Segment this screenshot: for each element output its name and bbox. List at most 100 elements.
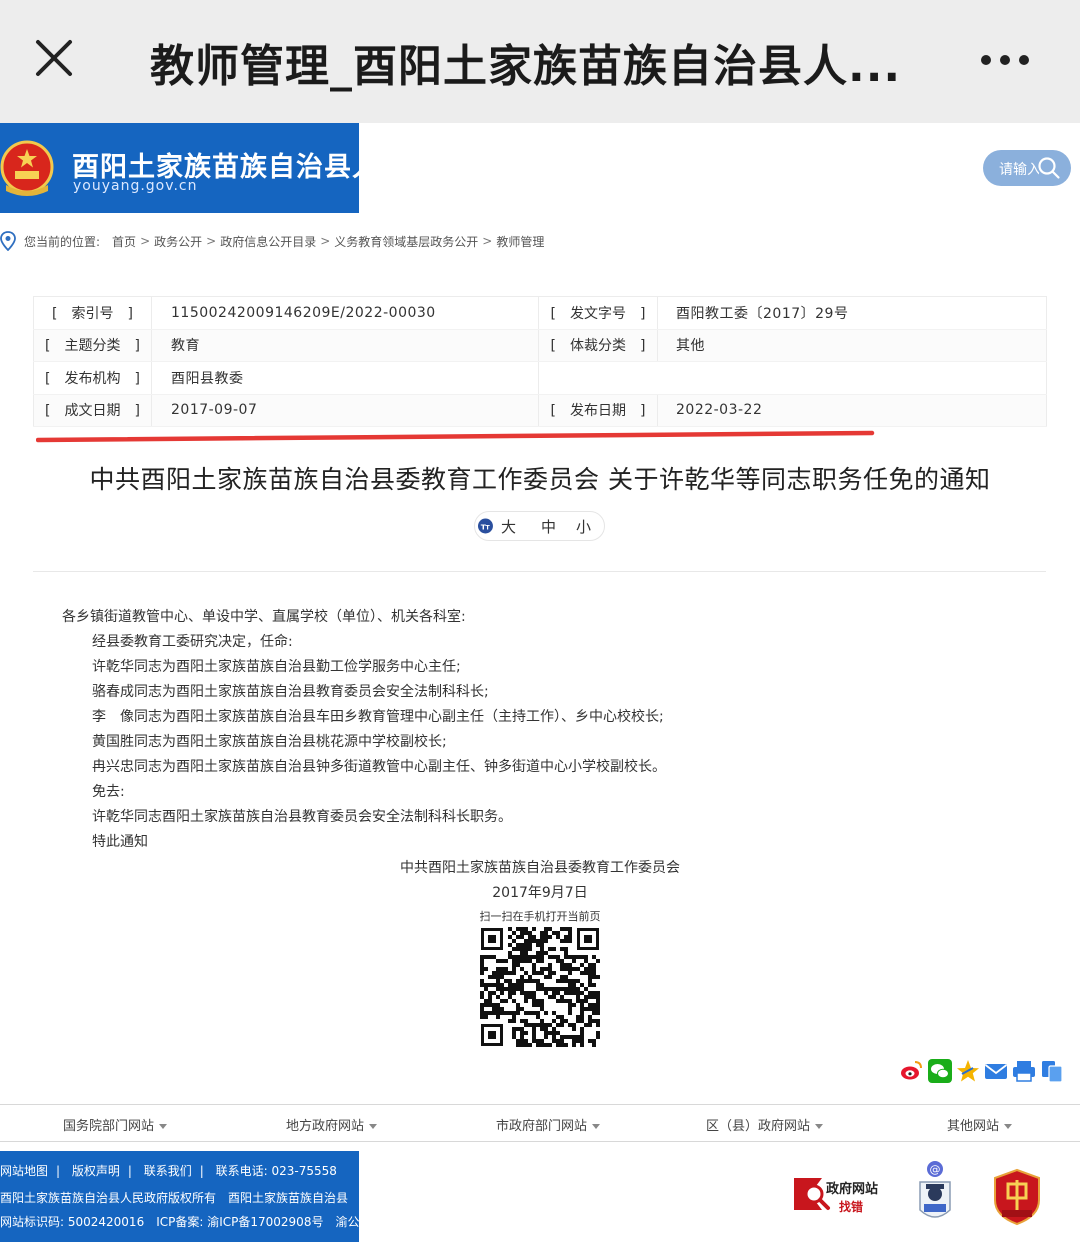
qr-module — [540, 1039, 544, 1043]
qr-module — [528, 995, 532, 999]
contact-link[interactable]: 联系我们 — [144, 1164, 192, 1178]
qr-module — [524, 1011, 528, 1015]
footer-nav-state-council[interactable]: 国务院部门网站 — [63, 1115, 167, 1134]
qr-module — [492, 971, 496, 975]
written-date-value: 2017-09-07 — [151, 394, 539, 427]
docno-value: 酉阳教工委〔2017〕29号 — [657, 296, 1047, 330]
footer-nav-district-gov[interactable]: 区（县）政府网站 — [706, 1115, 823, 1134]
weibo-icon[interactable] — [900, 1059, 924, 1083]
gov-site-error-report-badge[interactable]: 政府网站 找错 — [792, 1172, 884, 1216]
qr-module — [592, 1039, 596, 1043]
qr-module — [568, 931, 572, 935]
qr-module — [564, 1043, 568, 1047]
print-icon[interactable] — [1012, 1059, 1036, 1083]
qr-module — [488, 999, 492, 1003]
breadcrumb-home[interactable]: 首页 — [112, 233, 136, 250]
qr-module — [540, 947, 544, 951]
index-key: [ 索引号 ] — [33, 296, 152, 330]
party-gov-badge-icon[interactable] — [992, 1168, 1042, 1226]
qr-module — [520, 967, 524, 971]
qr-module — [564, 1035, 568, 1039]
genre-value: 其他 — [657, 329, 1047, 362]
qr-module — [532, 939, 536, 943]
qr-module — [532, 971, 536, 975]
font-medium-button[interactable]: 中 — [541, 516, 556, 537]
qr-module — [588, 963, 592, 967]
qr-module — [568, 1035, 572, 1039]
qr-module — [592, 995, 596, 999]
qr-module — [568, 1011, 572, 1015]
footer-nav-other[interactable]: 其他网站 — [947, 1115, 1012, 1134]
search-icon[interactable] — [1037, 156, 1061, 180]
qr-module — [580, 1003, 584, 1007]
footer-nav-local-gov[interactable]: 地方政府网站 — [286, 1115, 377, 1134]
qr-module — [572, 955, 576, 959]
qr-module — [512, 1035, 516, 1039]
qr-module — [520, 979, 524, 983]
email-icon[interactable] — [984, 1059, 1008, 1083]
qr-module — [568, 963, 572, 967]
qr-module — [564, 939, 568, 943]
qr-module — [556, 1015, 560, 1019]
font-large-button[interactable]: 大 — [501, 516, 516, 537]
qr-module — [520, 1007, 524, 1011]
qr-module — [544, 1011, 548, 1015]
qr-module — [524, 955, 528, 959]
qr-module — [496, 995, 500, 999]
search-placeholder[interactable]: 请输入 — [999, 159, 1039, 179]
sitemap-link[interactable]: 网站地图 — [0, 1164, 48, 1178]
qr-module — [560, 1039, 564, 1043]
qr-module — [496, 983, 500, 987]
qr-module — [596, 999, 600, 1003]
breadcrumb-separator: > — [140, 234, 151, 248]
qr-module — [496, 1011, 500, 1015]
more-icon[interactable] — [978, 48, 1038, 72]
qzone-icon[interactable] — [956, 1059, 980, 1083]
genre-key: [ 体裁分类 ] — [538, 329, 658, 362]
wechat-icon[interactable] — [928, 1059, 952, 1083]
qr-module — [520, 1035, 524, 1039]
qr-module — [520, 1043, 524, 1047]
qr-module — [496, 1003, 500, 1007]
qr-module — [544, 1023, 548, 1027]
site-banner[interactable]: 酉阳土家族苗族自治县人 youyang.gov.cn — [0, 123, 359, 213]
qr-module — [524, 1019, 528, 1023]
footer-nav-city-dept[interactable]: 市政府部门网站 — [496, 1115, 600, 1134]
font-small-button[interactable]: 小 — [576, 516, 591, 537]
qr-module — [536, 1023, 540, 1027]
body-line: 骆春成同志为酉阳土家族苗族自治县教育委员会安全法制科科长; — [92, 684, 489, 700]
qr-module — [496, 975, 500, 979]
qr-module — [576, 995, 580, 999]
qr-module — [548, 995, 552, 999]
qr-module — [596, 1035, 600, 1039]
qr-module — [508, 979, 512, 983]
qr-module — [584, 1023, 588, 1027]
breadcrumb-education[interactable]: 义务教育领域基层政务公开 — [334, 233, 478, 250]
qr-module — [568, 987, 572, 991]
qr-module — [540, 959, 544, 963]
qr-module — [524, 947, 528, 951]
breadcrumb-gov-affairs[interactable]: 政务公开 — [154, 233, 202, 250]
qr-module — [512, 1027, 516, 1031]
search-box[interactable]: 请输入 — [983, 150, 1071, 186]
qr-module — [504, 959, 508, 963]
qr-module — [552, 1031, 556, 1035]
qr-module — [560, 1023, 564, 1027]
qr-module — [560, 979, 564, 983]
copyright-link[interactable]: 版权声明 — [72, 1164, 120, 1178]
cyber-police-badge-icon[interactable]: @ — [914, 1160, 956, 1228]
qr-module — [596, 975, 600, 979]
qr-module — [512, 1031, 516, 1035]
qr-module — [544, 951, 548, 955]
copy-icon[interactable] — [1040, 1059, 1064, 1083]
qr-module — [568, 1007, 572, 1011]
qr-module — [540, 999, 544, 1003]
breadcrumb-info-catalog[interactable]: 政府信息公开目录 — [220, 233, 316, 250]
breadcrumb-teacher-mgmt[interactable]: 教师管理 — [496, 233, 544, 250]
qr-module — [540, 983, 544, 987]
close-icon[interactable] — [30, 34, 78, 82]
qr-module — [512, 1019, 516, 1023]
scan-hint: 扫一扫在手机打开当前页 — [479, 910, 601, 923]
qr-module — [584, 955, 588, 959]
location-pin-icon — [0, 231, 16, 251]
